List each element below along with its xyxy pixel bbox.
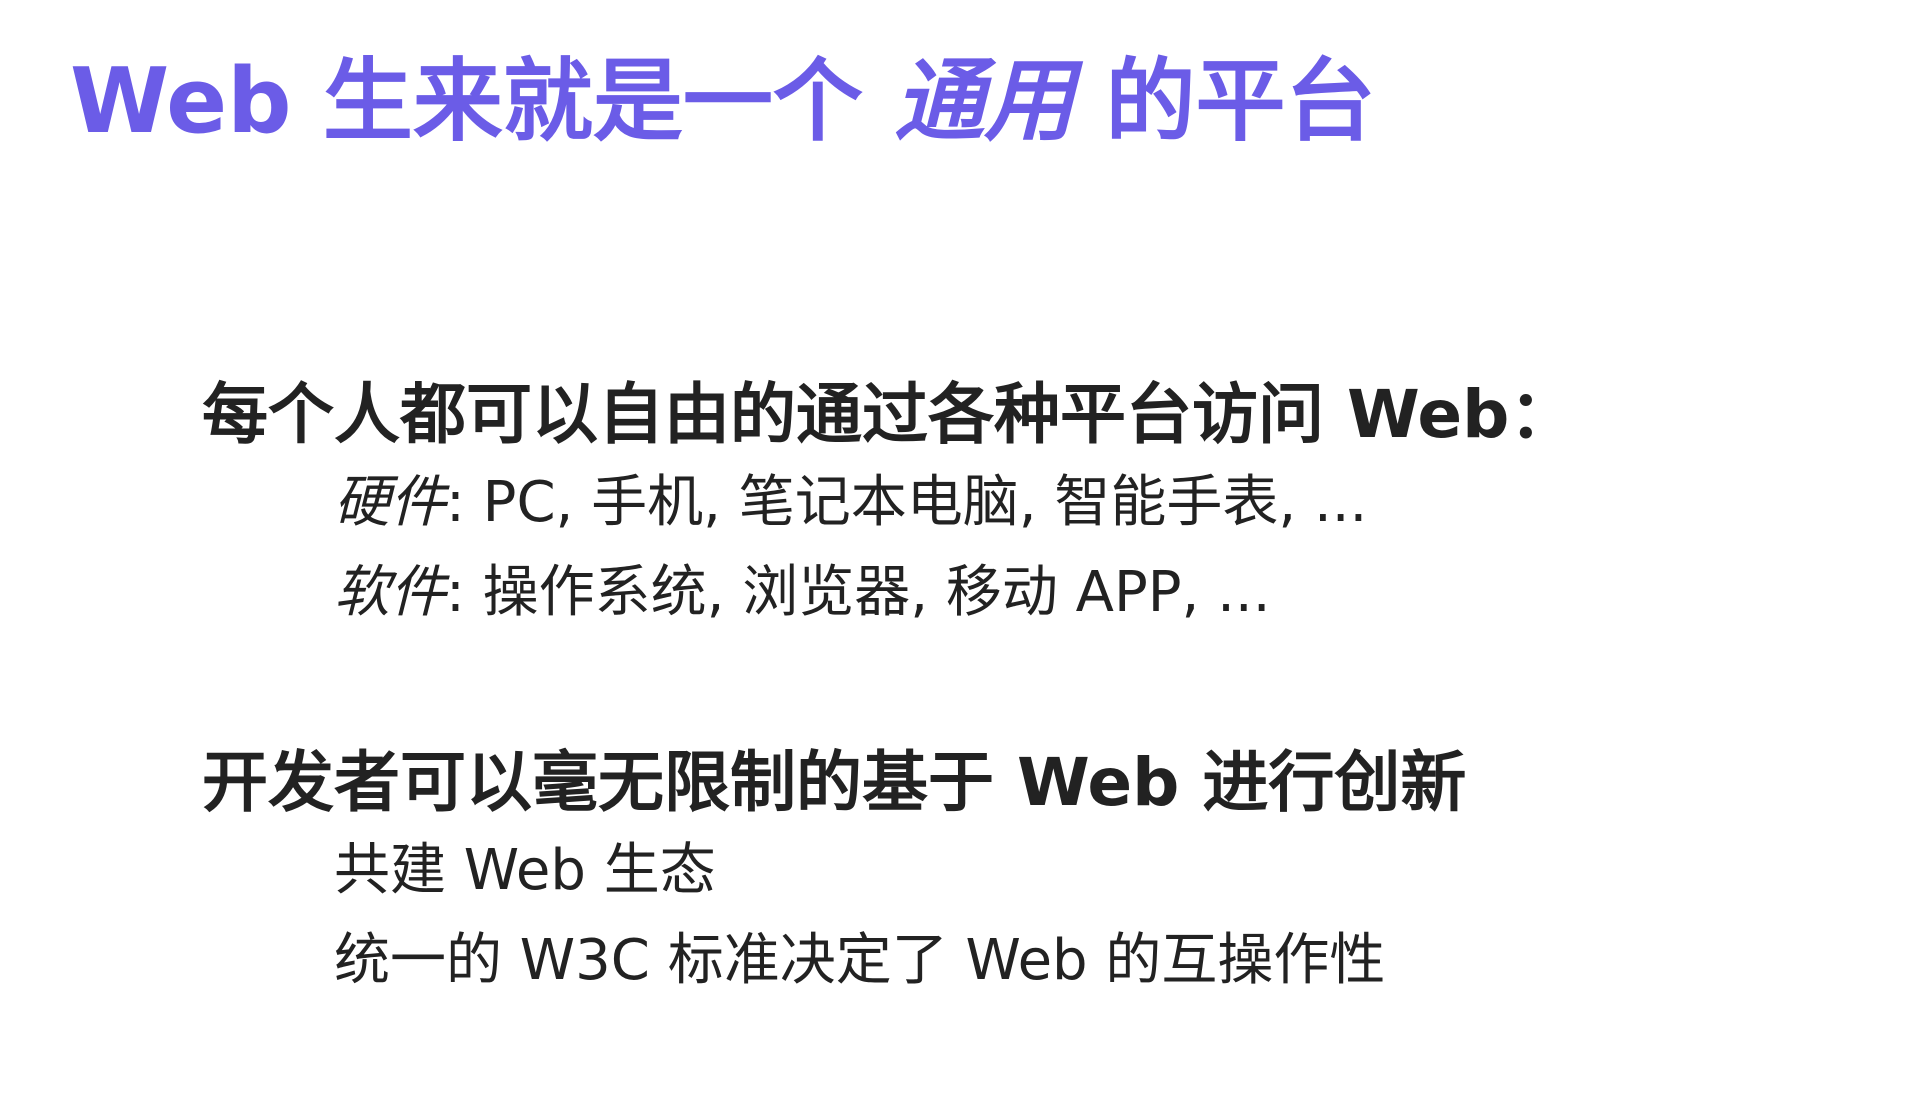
title-prefix: Web 生来就是一个 bbox=[70, 49, 895, 154]
bullet-interoperability: 统一的 W3C 标准决定了 Web 的互操作性 bbox=[334, 928, 1386, 993]
section-platform-access: 每个人都可以自由的通过各种平台访问 Web： 硬件: PC, 手机, 笔记本电脑… bbox=[202, 372, 1575, 638]
bullet-hardware: 硬件: PC, 手机, 笔记本电脑, 智能手表, ... bbox=[334, 458, 1575, 548]
bullet-software: 软件: 操作系统, 浏览器, 移动 APP, ... bbox=[334, 548, 1575, 638]
bullet-text: : PC, 手机, 笔记本电脑, 智能手表, ... bbox=[446, 470, 1368, 535]
slide-title: Web 生来就是一个 通用 的平台 bbox=[70, 42, 1376, 162]
bullet-label: 软件 bbox=[334, 560, 446, 625]
bullet-label: 硬件 bbox=[334, 470, 446, 535]
section-heading: 每个人都可以自由的通过各种平台访问 Web： bbox=[202, 376, 1576, 453]
title-emphasis: 通用 bbox=[894, 49, 1075, 154]
section-heading: 开发者可以毫无限制的基于 Web 进行创新 bbox=[202, 744, 1467, 821]
bullet-text: : 操作系统, 浏览器, 移动 APP, ... bbox=[446, 560, 1271, 625]
bullet-ecosystem: 共建 Web 生态 bbox=[334, 838, 716, 903]
section-developer-innovation: 开发者可以毫无限制的基于 Web 进行创新 共建 Web 生态 统一的 W3C … bbox=[202, 740, 1466, 1006]
title-suffix: 的平台 bbox=[1074, 49, 1376, 154]
